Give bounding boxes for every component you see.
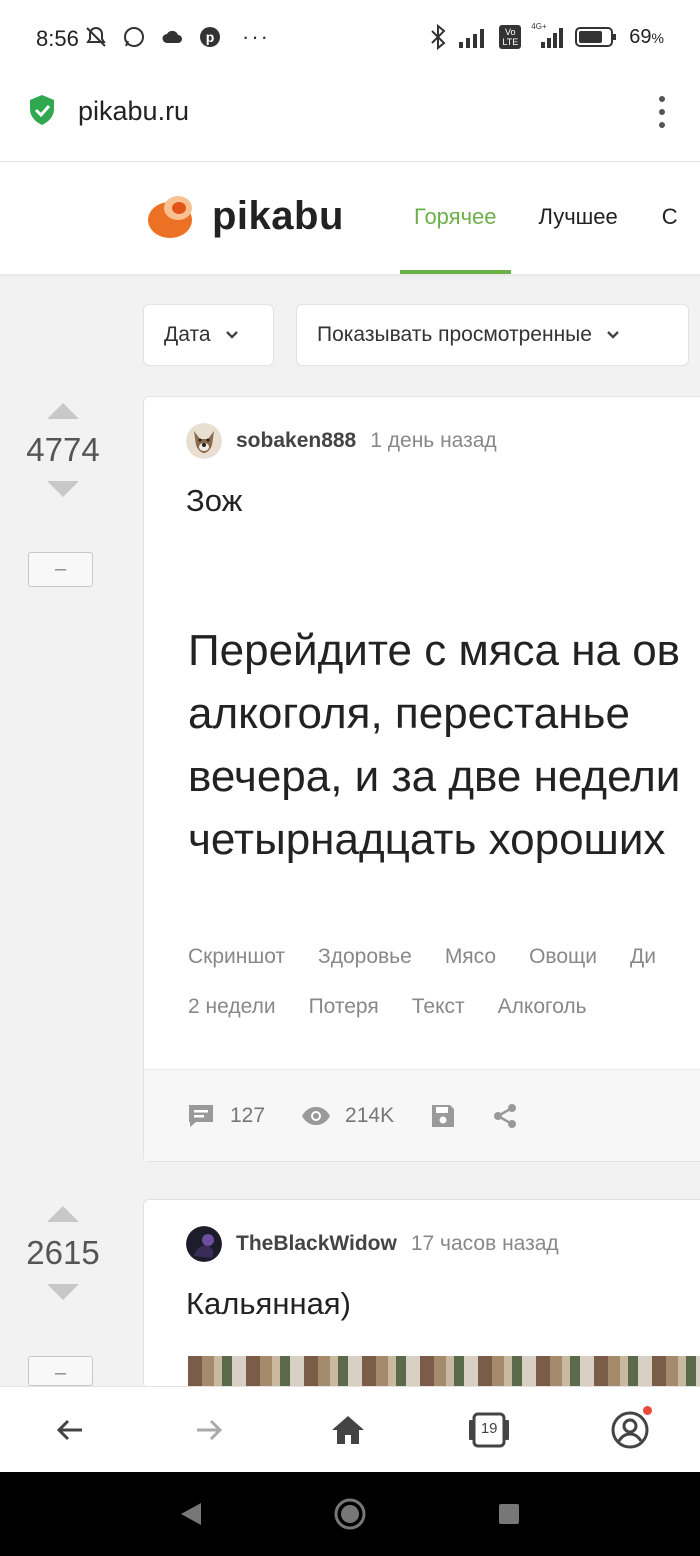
logo-text: pikabu (212, 193, 344, 238)
tag[interactable]: Ди (630, 945, 656, 969)
profile-button[interactable] (610, 1405, 653, 1450)
bluetooth-icon (431, 24, 446, 50)
comment-icon (189, 1104, 213, 1127)
date-filter[interactable]: Дата (143, 304, 274, 366)
post-text-line: четырнадцать хороших (188, 815, 666, 864)
post-title[interactable]: Зож (186, 483, 242, 519)
url-bar[interactable]: pikabu.ru (0, 78, 700, 162)
main-nav: Горячее Лучшее С (400, 162, 692, 274)
post-text-line: алкоголя, перестанье (188, 689, 630, 738)
post-time: 1 день назад (370, 429, 497, 452)
tab-best[interactable]: Лучшее (511, 162, 632, 274)
signal-icon-2 (541, 28, 564, 48)
views-count: 214K (345, 1103, 395, 1127)
volte-icon: Vo LTE (499, 25, 522, 49)
comments-button[interactable]: 127 (186, 1102, 265, 1130)
tab-hot[interactable]: Горячее (400, 162, 511, 274)
tab-fresh[interactable]: С (632, 162, 692, 274)
views-counter: 214K (301, 1104, 394, 1128)
notification-dot (643, 1405, 653, 1415)
chevron-down-icon (607, 331, 619, 339)
more-notifications-icon: ··· (242, 24, 270, 49)
url-text[interactable]: pikabu.ru (78, 96, 189, 127)
browser-menu-icon[interactable] (658, 96, 666, 128)
avatar[interactable] (186, 423, 222, 459)
post-card: sobaken888 1 день назад Зож Перейдите с … (143, 396, 700, 1162)
collapse-button[interactable]: – (28, 1356, 93, 1386)
date-filter-label: Дата (164, 323, 211, 346)
share-button[interactable] (492, 1103, 518, 1129)
battery-icon (575, 27, 617, 47)
tag[interactable]: Мясо (445, 945, 496, 969)
account-icon (611, 1411, 649, 1448)
share-icon (494, 1103, 517, 1128)
comments-count: 127 (230, 1103, 266, 1127)
system-recents-icon[interactable] (497, 1502, 521, 1526)
tag[interactable]: Овощи (529, 945, 597, 969)
rating-count: 4774 (26, 431, 100, 468)
tabs-count: 19 (480, 1419, 498, 1437)
post-time: 17 часов назад (410, 1232, 559, 1255)
tags: Скриншот Здоровье Мясо Овощи Ди 2 недели… (188, 945, 700, 1045)
save-button[interactable] (430, 1103, 456, 1129)
post-card: TheBlackWidow 17 часов назад Кальянная) (143, 1199, 700, 1390)
forward-arrow-icon[interactable] (189, 1410, 229, 1450)
site-header: pikabu Горячее Лучшее С (0, 162, 700, 274)
signal-icon (459, 29, 485, 48)
tag[interactable]: Скриншот (188, 945, 285, 969)
tag[interactable]: Текст (412, 995, 465, 1019)
upvote-icon[interactable] (47, 403, 79, 419)
muted-bell-icon (86, 26, 106, 47)
cloud-icon (162, 30, 182, 43)
upvote-icon[interactable] (47, 1206, 79, 1222)
post-image[interactable] (188, 1356, 700, 1390)
home-icon[interactable] (328, 1410, 368, 1450)
system-back-icon[interactable] (179, 1501, 203, 1527)
tag[interactable]: Алкоголь (498, 995, 587, 1019)
post-image-text[interactable]: Перейдите с мяса на ов алкоголя, переста… (188, 619, 700, 871)
chevron-down-icon (225, 331, 238, 339)
post-text-line: вечера, и за две недели (188, 752, 681, 801)
rating-count: 2615 (26, 1234, 100, 1271)
secure-shield-icon (30, 95, 54, 125)
eye-icon (302, 1106, 331, 1125)
post-title[interactable]: Кальянная) (186, 1286, 351, 1322)
vote-panel: 4774 (22, 403, 104, 497)
logo-mark-icon (148, 196, 192, 238)
status-time: 8:56 (36, 26, 79, 51)
browser-bottom-bar: 19 (0, 1386, 700, 1472)
pinterest-icon: p (200, 27, 220, 47)
status-bar: 8:56 p ··· Vo LTE 4G+ 69% (0, 0, 700, 78)
downvote-icon[interactable] (47, 481, 79, 497)
pikabu-logo[interactable]: pikabu (146, 190, 344, 242)
author-name[interactable]: sobaken888 (236, 429, 356, 453)
collapse-button[interactable]: – (28, 552, 93, 587)
tabs-button[interactable]: 19 (467, 1410, 511, 1450)
post-text-line: Перейдите с мяса на ов (188, 626, 681, 675)
save-icon (432, 1104, 455, 1127)
viewed-filter-label: Показывать просмотренные (317, 323, 592, 346)
downvote-icon[interactable] (47, 1284, 79, 1300)
viewed-filter[interactable]: Показывать просмотренные (296, 304, 689, 366)
system-nav-bar (0, 1472, 700, 1556)
post-footer: 127 214K (144, 1069, 700, 1161)
tag[interactable]: Здоровье (318, 945, 412, 969)
svg-text:p: p (206, 29, 215, 45)
whatsapp-icon (124, 27, 144, 47)
tag[interactable]: 2 недели (188, 995, 276, 1019)
tag[interactable]: Потеря (309, 995, 379, 1019)
vote-panel: 2615 (22, 1206, 104, 1300)
avatar[interactable] (186, 1226, 222, 1262)
system-home-icon[interactable] (333, 1497, 367, 1531)
back-arrow-icon[interactable] (50, 1410, 90, 1450)
author-name[interactable]: TheBlackWidow (236, 1232, 397, 1256)
battery-percent: 69% (629, 25, 664, 48)
